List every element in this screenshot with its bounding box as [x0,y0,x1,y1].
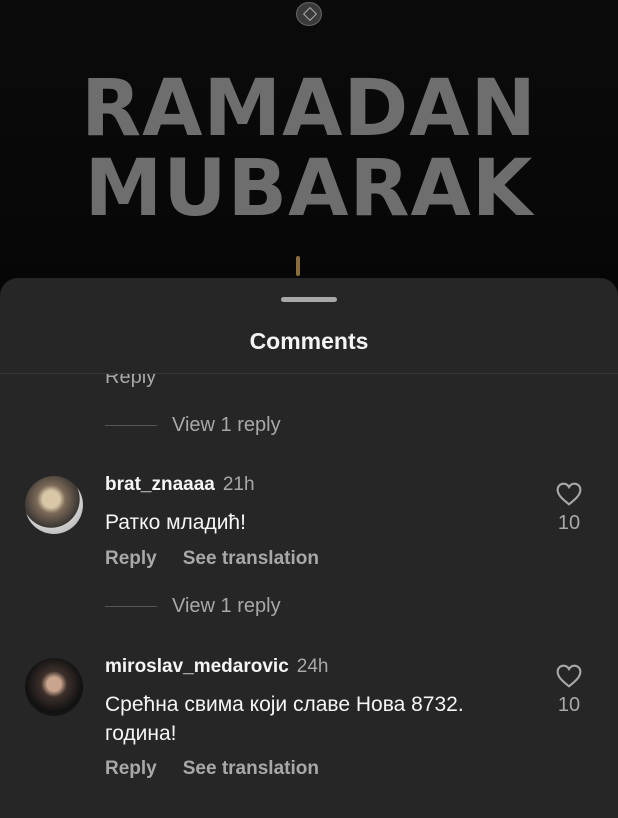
like-button[interactable] [556,482,582,506]
heart-outline-icon [556,482,582,506]
comment-text: Ратко младић! [105,511,246,534]
sheet-drag-handle[interactable] [281,297,337,302]
avatar[interactable] [25,476,83,534]
avatar[interactable] [25,658,83,716]
view-replies-label: View 1 reply [172,594,281,617]
comment-actions: Reply See translation [105,548,319,570]
sheet-title: Comments [249,328,369,354]
comment-actions: Reply See translation [105,758,319,780]
comments-sheet: Comments Reply View 1 reply brat_znaaaa 2… [0,278,618,818]
like-count: 10 [557,694,581,716]
club-crest-icon [296,2,322,26]
comment-meta: brat_znaaaa 21h [105,474,255,496]
like-button[interactable] [556,664,582,688]
comment-time: 24h [296,656,329,677]
reply-button[interactable]: Reply [105,374,156,389]
lantern-decoration [296,256,300,276]
view-replies-button[interactable]: View 1 reply [105,593,281,619]
reply-button[interactable]: Reply [105,758,157,779]
comment-meta: miroslav_medarovic 24h [105,656,328,678]
see-translation-button[interactable]: See translation [183,548,319,569]
post-headline-line1: RAMADAN [81,64,537,154]
comment-text: Срећна свима који славе Нова 8732. годин… [105,693,464,745]
post-image: RAMADAN MUBARAK [0,0,618,300]
like-count: 10 [557,512,581,534]
view-replies-label: View 1 reply [172,413,281,436]
view-replies-line [105,605,157,607]
comments-list[interactable]: Reply View 1 reply brat_znaaaa 21h Ратко … [0,374,618,804]
username[interactable]: miroslav_medarovic [105,656,289,677]
comment-time: 21h [222,474,255,495]
reply-button[interactable]: Reply [105,548,157,569]
heart-outline-icon [556,664,582,688]
username[interactable]: brat_znaaaa [105,474,215,495]
see-translation-button[interactable]: See translation [183,758,319,779]
view-replies-line [105,424,157,426]
view-replies-button[interactable]: View 1 reply [105,412,281,438]
post-headline-line2: MUBARAK [84,144,534,234]
